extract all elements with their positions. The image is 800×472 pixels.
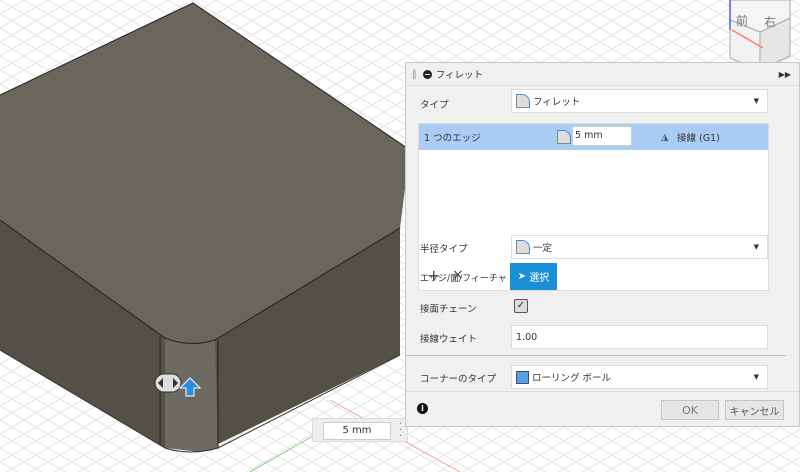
viewcube[interactable]: 前 右 — [729, 0, 791, 71]
type-value: フィレット — [533, 97, 581, 108]
corner-type-value: ローリング ボール — [532, 373, 612, 384]
radius-input[interactable]: 5 mm — [572, 126, 632, 146]
tangent-weight-input[interactable]: 1.00 — [511, 325, 768, 349]
constant-radius-icon — [516, 240, 530, 254]
type-label: タイプ — [420, 100, 449, 111]
dialog-title: フィレット — [435, 70, 484, 81]
fillet-icon — [516, 94, 530, 108]
selection-label: エッジ/面/フィーチャ — [420, 274, 507, 284]
tangent-weight-label: 接線ウェイト — [420, 334, 478, 345]
radius-type-value: 一定 — [533, 243, 553, 254]
dialog-header: ‖ フィレット ▶▶ — [406, 63, 799, 86]
ok-button[interactable]: OK — [661, 400, 719, 420]
edge-list: 1 つのエッジ 5 mm ◮ 接線 (G1) + × — [418, 123, 769, 291]
tangent-chain-checkbox[interactable]: ✓ — [514, 299, 528, 313]
corner-type-label: コーナーのタイプ — [420, 374, 497, 385]
expand-icon[interactable]: ▶▶ — [779, 70, 791, 79]
dimension-input[interactable]: 5 mm — [323, 422, 391, 440]
chevron-down-icon: ▼ — [753, 373, 759, 381]
cursor-icon: ➤ — [517, 271, 527, 282]
collapse-icon[interactable] — [422, 69, 432, 79]
continuity-select[interactable]: 接線 (G1) — [677, 130, 720, 144]
drag-grip-icon[interactable]: ‖ — [412, 69, 417, 80]
radius-type-label: 半径タイプ — [420, 244, 468, 255]
list-item[interactable]: 1 つのエッジ 5 mm ◮ 接線 (G1) — [419, 124, 768, 150]
tangent-chain-label: 接面チェーン — [420, 304, 477, 315]
corner-type-dropdown[interactable]: ローリング ボール ▼ — [511, 365, 768, 389]
viewcube-right-label: 右 — [764, 14, 776, 29]
tangent-icon: ◮ — [661, 131, 669, 143]
fillet-dialog: ‖ フィレット ▶▶ タイプ フィレット ▼ 1 つのエッジ 5 mm ◮ 接線… — [405, 62, 800, 427]
dimension-input-box: 5 mm · · · — [312, 418, 408, 442]
chevron-down-icon: ▼ — [753, 97, 759, 105]
edge-count-label: 1 つのエッジ — [424, 133, 481, 144]
select-button-label: 選択 — [529, 273, 550, 284]
chevron-down-icon: ▼ — [753, 243, 759, 251]
flip-direction-handle[interactable] — [154, 373, 182, 393]
cancel-button[interactable]: キャンセル — [725, 400, 784, 420]
info-icon[interactable]: i — [417, 403, 428, 414]
more-icon[interactable]: · · · — [399, 420, 402, 442]
radius-type-dropdown[interactable]: 一定 ▼ — [511, 235, 768, 259]
dialog-footer-divider — [406, 391, 799, 392]
divider — [406, 355, 786, 356]
select-button[interactable]: ➤ 選択 — [510, 263, 557, 290]
rolling-ball-icon — [516, 370, 529, 384]
radius-icon — [557, 130, 571, 144]
type-dropdown[interactable]: フィレット ▼ — [511, 89, 768, 113]
viewcube-front-label: 前 — [736, 13, 748, 28]
